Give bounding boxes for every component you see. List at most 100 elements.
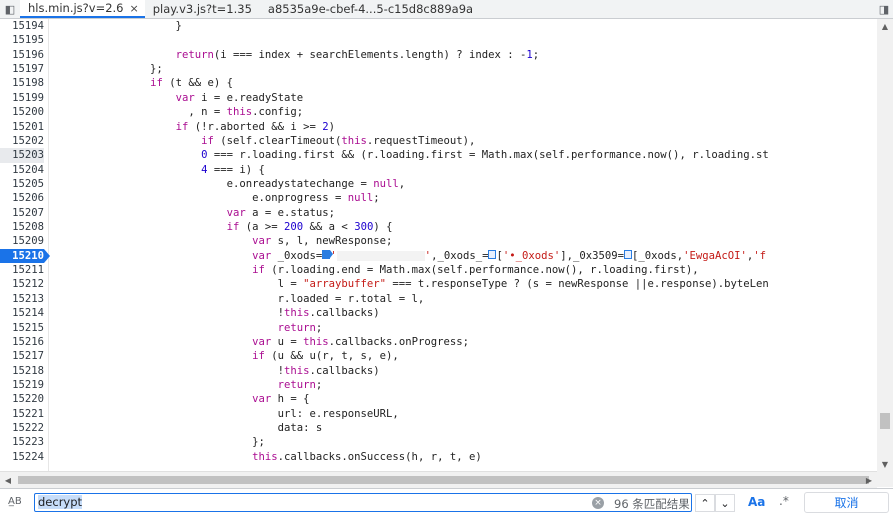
previous-match-button[interactable]: ⌃ bbox=[695, 494, 715, 512]
cancel-search-button[interactable]: 取消 bbox=[804, 492, 889, 513]
code-token: if bbox=[150, 77, 163, 90]
line-number[interactable]: 15206 bbox=[0, 191, 44, 205]
code-line[interactable]: if (t && e) { bbox=[48, 76, 233, 90]
code-line[interactable]: , n = this.config; bbox=[48, 105, 303, 119]
code-token: , bbox=[398, 177, 406, 190]
line-number[interactable]: 15200 bbox=[0, 105, 44, 119]
code-line[interactable]: data: s bbox=[48, 421, 323, 435]
tab-a8535a9e[interactable]: a8535a9e-cbef-4...5-c15d8c889a9a bbox=[260, 0, 481, 18]
line-number[interactable]: 15210 bbox=[0, 248, 50, 264]
toggle-debugger-icon[interactable]: ◨ bbox=[875, 0, 893, 18]
line-number[interactable]: 15209 bbox=[0, 234, 44, 248]
code-line[interactable]: e.onreadystatechange = null, bbox=[48, 177, 406, 191]
line-number[interactable]: 15208 bbox=[0, 220, 44, 234]
code-line[interactable]: e.onprogress = null; bbox=[48, 191, 380, 205]
line-number[interactable]: 15215 bbox=[0, 321, 44, 335]
line-number[interactable]: 15205 bbox=[0, 177, 44, 191]
code-line[interactable]: var h = { bbox=[48, 392, 309, 406]
scroll-down-icon[interactable]: ▼ bbox=[877, 457, 893, 471]
code-line[interactable]: }; bbox=[48, 435, 265, 449]
code-line[interactable]: if (!r.aborted && i >= 2) bbox=[48, 120, 335, 134]
code-line[interactable]: } bbox=[48, 19, 182, 33]
code-line[interactable]: if (self.clearTimeout(this.requestTimeou… bbox=[48, 134, 475, 148]
code-line[interactable]: return; bbox=[48, 321, 323, 335]
code-line[interactable]: var _0xods= ' ',_0xods_= ['•_0xods'],_0x350… bbox=[48, 249, 766, 263]
code-line[interactable]: var i = e.readyState bbox=[48, 91, 304, 105]
line-number[interactable]: 15197 bbox=[0, 62, 44, 76]
code-token: i = e.readyState bbox=[194, 91, 304, 104]
line-number[interactable]: 15201 bbox=[0, 120, 44, 134]
line-number[interactable]: 15207 bbox=[0, 206, 44, 220]
code-line[interactable]: if (r.loading.end = Math.max(self.perfor… bbox=[48, 263, 698, 277]
code-line[interactable]: !this.callbacks) bbox=[48, 364, 380, 378]
code-line[interactable]: l = "arraybuffer" === t.responseType ? (… bbox=[48, 277, 769, 291]
code-line[interactable]: !this.callbacks) bbox=[48, 306, 380, 320]
line-number[interactable]: 15223 bbox=[0, 435, 44, 449]
close-tab-icon[interactable]: × bbox=[130, 2, 139, 15]
line-number[interactable]: 15221 bbox=[0, 407, 44, 421]
line-number[interactable]: 15213 bbox=[0, 292, 44, 306]
code-token: url: e.responseURL, bbox=[48, 407, 399, 420]
scroll-right-icon[interactable]: ▶ bbox=[861, 472, 877, 488]
code-token: this bbox=[252, 450, 278, 463]
line-number[interactable]: 15196 bbox=[0, 48, 44, 62]
code-line[interactable]: var a = e.status; bbox=[48, 206, 335, 220]
code-line[interactable]: var u = this.callbacks.onProgress; bbox=[48, 335, 469, 349]
regex-button[interactable]: .* bbox=[779, 494, 789, 508]
code-token: null bbox=[347, 192, 374, 205]
line-number[interactable]: 15214 bbox=[0, 306, 44, 320]
code-line[interactable]: if (a >= 200 && a < 300) { bbox=[48, 220, 393, 234]
code-token: null bbox=[373, 177, 399, 190]
code-token: a = e.status; bbox=[245, 206, 336, 219]
code-line[interactable]: var s, l, newResponse; bbox=[48, 234, 392, 248]
inline-breakpoint-icon[interactable] bbox=[322, 250, 334, 260]
code-line[interactable]: 0 === r.loading.first && (r.loading.firs… bbox=[48, 148, 769, 162]
line-number[interactable]: 15216 bbox=[0, 335, 44, 349]
clear-search-icon[interactable]: × bbox=[592, 497, 604, 509]
inline-breakpoint-icon[interactable] bbox=[624, 250, 633, 260]
horizontal-scroll-thumb[interactable] bbox=[18, 476, 869, 484]
code-line[interactable]: return(i === index + searchElements.leng… bbox=[48, 48, 540, 62]
line-number[interactable]: 15199 bbox=[0, 91, 44, 105]
vertical-scroll-thumb[interactable] bbox=[880, 413, 890, 429]
line-number[interactable]: 15219 bbox=[0, 378, 44, 392]
line-number[interactable]: 15224 bbox=[0, 450, 44, 464]
line-number[interactable]: 15198 bbox=[0, 76, 44, 90]
next-match-button[interactable]: ⌄ bbox=[715, 494, 735, 512]
line-number[interactable]: 15202 bbox=[0, 134, 44, 148]
line-number[interactable]: 15204 bbox=[0, 163, 44, 177]
scroll-up-icon[interactable]: ▲ bbox=[877, 19, 893, 33]
line-number[interactable]: 15194 bbox=[0, 19, 44, 33]
line-number[interactable]: 15212 bbox=[0, 277, 44, 291]
inline-breakpoint-icon[interactable] bbox=[488, 250, 497, 260]
line-number[interactable]: 15222 bbox=[0, 421, 44, 435]
line-number[interactable]: 15195 bbox=[0, 33, 44, 47]
replace-toggle-icon[interactable]: A̲B bbox=[8, 496, 22, 507]
tab-play-v3-js[interactable]: play.v3.js?t=1.35 bbox=[145, 0, 260, 18]
line-number[interactable]: 15220 bbox=[0, 392, 44, 406]
line-number[interactable]: 15218 bbox=[0, 364, 44, 378]
code-line[interactable]: if (u && u(r, t, s, e), bbox=[48, 349, 399, 363]
toggle-navigator-icon[interactable]: ◧ bbox=[0, 0, 20, 18]
line-number[interactable]: 15217 bbox=[0, 349, 44, 363]
code-line[interactable]: this.callbacks.onSuccess(h, r, t, e) bbox=[48, 450, 482, 464]
code-line[interactable]: 4 === i) { bbox=[48, 163, 265, 177]
line-number[interactable]: 15211 bbox=[0, 263, 44, 277]
line-number[interactable]: 15203 bbox=[0, 148, 44, 163]
code-line[interactable]: }; bbox=[48, 62, 163, 76]
horizontal-scrollbar[interactable]: ◀ ▶ bbox=[0, 471, 877, 488]
code-line[interactable]: url: e.responseURL, bbox=[48, 407, 399, 421]
scroll-left-icon[interactable]: ◀ bbox=[0, 472, 16, 488]
code-area[interactable]: } return(i === index + searchElements.le… bbox=[48, 19, 877, 471]
vertical-scrollbar[interactable]: ▲ ▼ bbox=[877, 19, 893, 471]
code-token: var bbox=[252, 335, 272, 348]
code-line[interactable]: return; bbox=[48, 378, 323, 392]
line-number-gutter[interactable]: 15194 15195 15196 15197 15198 15199 15200 15201… bbox=[0, 19, 50, 471]
tab-hls-min-js[interactable]: hls.min.js?v=2.6 × bbox=[20, 0, 145, 18]
code-line[interactable]: r.loaded = r.total = l, bbox=[48, 292, 425, 306]
match-case-button[interactable]: Aa bbox=[748, 495, 765, 509]
code-editor[interactable]: 15194 15195 15196 15197 15198 15199 15200 15201… bbox=[0, 19, 877, 471]
